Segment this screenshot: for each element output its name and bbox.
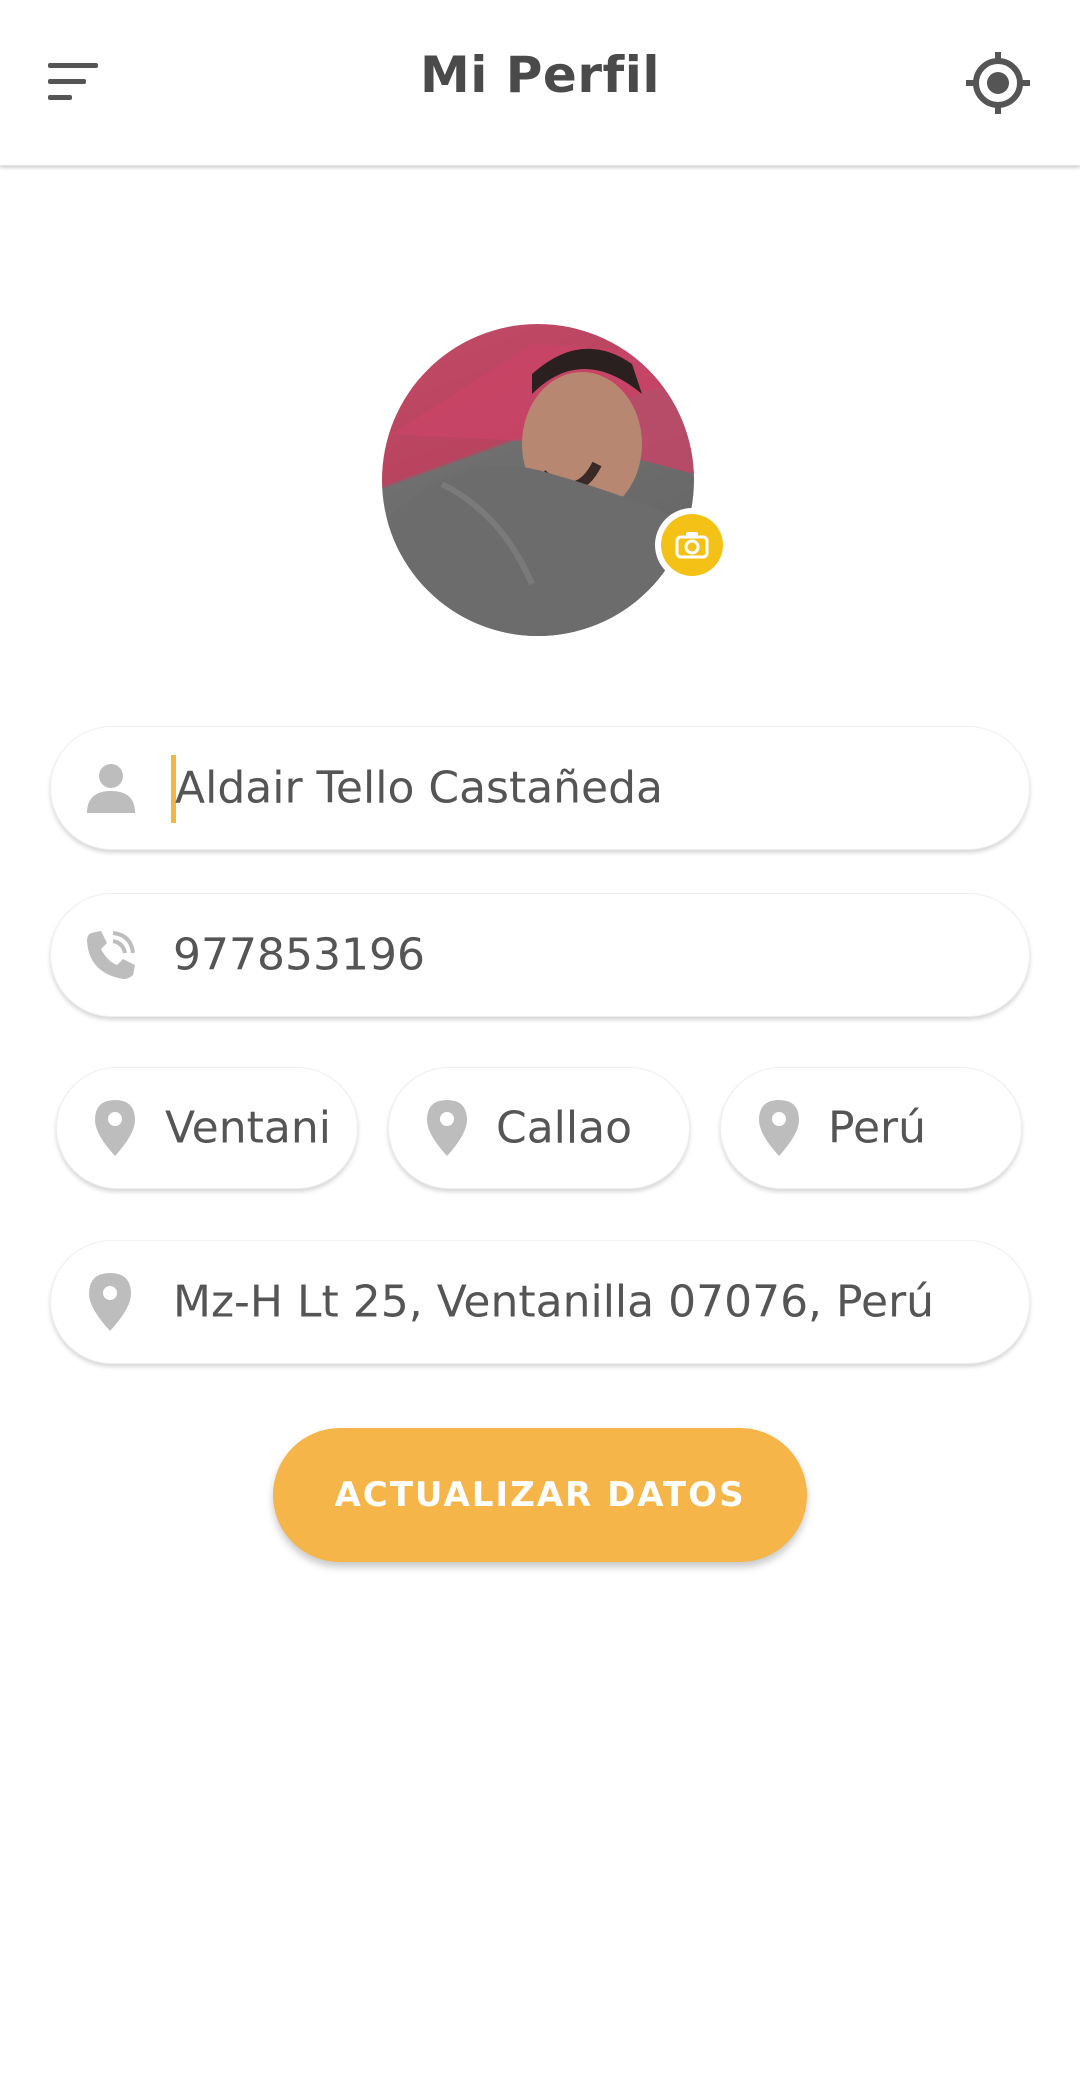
name-field[interactable]: Aldair Tello Castañeda	[50, 726, 1030, 850]
country-field[interactable]: Perú	[720, 1067, 1022, 1189]
location-pin-icon	[95, 1100, 135, 1156]
page-title: Mi Perfil	[419, 46, 661, 104]
province-field[interactable]: Callao	[388, 1067, 690, 1189]
location-pin-icon	[427, 1100, 467, 1156]
person-icon	[87, 763, 135, 813]
gps-target-icon[interactable]	[960, 50, 1036, 116]
country-input[interactable]: Perú	[828, 1103, 998, 1154]
profile-avatar-container	[382, 324, 729, 640]
district-input[interactable]: Ventanilla	[165, 1103, 331, 1154]
location-pin-icon	[759, 1100, 799, 1156]
profile-photo[interactable]	[382, 324, 694, 636]
address-input[interactable]: Mz-H Lt 25, Ventanilla 07076, Perú	[173, 1277, 1013, 1328]
app-bar: Mi Perfil	[0, 0, 1080, 166]
location-pin-icon	[89, 1273, 131, 1331]
address-field[interactable]: Mz-H Lt 25, Ventanilla 07076, Perú	[50, 1240, 1030, 1364]
phone-input[interactable]: 977853196	[173, 930, 1003, 981]
camera-icon[interactable]	[655, 508, 729, 582]
province-input[interactable]: Callao	[496, 1103, 666, 1154]
district-field[interactable]: Ventanilla	[56, 1067, 358, 1189]
update-data-button[interactable]: ACTUALIZAR DATOS	[273, 1428, 807, 1562]
phone-icon	[85, 929, 137, 981]
phone-field[interactable]: 977853196	[50, 893, 1030, 1017]
name-input[interactable]: Aldair Tello Castañeda	[175, 763, 1005, 814]
